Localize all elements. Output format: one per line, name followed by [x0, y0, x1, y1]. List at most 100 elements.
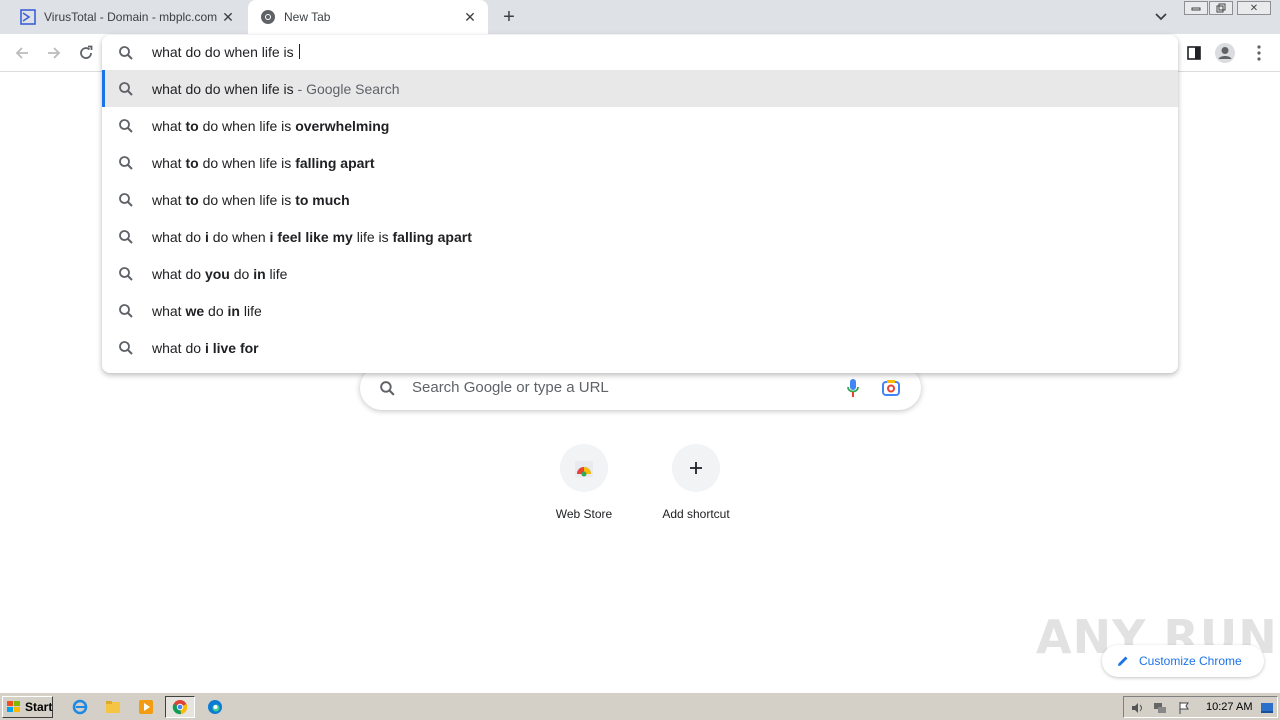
- suggestion-fragment: in: [253, 265, 266, 282]
- suggestion-fragment: we: [185, 302, 205, 319]
- start-label: Start: [25, 700, 53, 714]
- tab-virustotal[interactable]: VirusTotal - Domain - mbplc.com ✕: [8, 0, 246, 34]
- suggestion-row[interactable]: what to do when life is falling apart: [102, 144, 1178, 181]
- suggestion-fragment: you: [204, 265, 230, 282]
- search-icon: [379, 380, 396, 402]
- search-icon: [118, 192, 134, 211]
- web-store-icon: [560, 444, 608, 492]
- internet-explorer-icon[interactable]: [69, 697, 91, 717]
- media-player-icon[interactable]: [135, 697, 157, 717]
- system-tray: 10:27 AM: [1123, 696, 1278, 718]
- suggestion-row[interactable]: what do i live for: [102, 329, 1178, 366]
- suggestion-text: what do i do when i feel like my life is…: [152, 229, 472, 245]
- network-icon[interactable]: [1152, 700, 1168, 716]
- search-icon: [118, 155, 134, 174]
- suggestion-fragment: what: [152, 302, 186, 319]
- search-icon: [118, 229, 134, 248]
- suggestion-row[interactable]: what to do when life is to much: [102, 181, 1178, 218]
- shortcut-add[interactable]: Add shortcut: [640, 444, 752, 534]
- suggestion-suffix: - Google Search: [293, 80, 400, 97]
- google-lens-icon[interactable]: [881, 378, 901, 403]
- search-icon: [118, 81, 134, 100]
- suggestion-fragment: what: [152, 154, 186, 171]
- tab-strip: VirusTotal - Domain - mbplc.com ✕ New Ta…: [0, 0, 1280, 34]
- tab-new-tab[interactable]: New Tab ✕: [248, 0, 488, 34]
- start-button[interactable]: Start: [2, 696, 53, 718]
- omnibox-text: what do do when life is: [152, 44, 298, 60]
- suggestion-text: what we do in life: [152, 303, 262, 319]
- suggestion-fragment: what: [152, 191, 186, 208]
- close-tab-icon[interactable]: ✕: [460, 7, 480, 27]
- suggestion-fragment: do: [204, 302, 228, 319]
- suggestion-fragment: what do: [152, 339, 205, 356]
- ntp-search-placeholder: Search Google or type a URL: [412, 379, 609, 396]
- suggestion-fragment: overwhelming: [295, 117, 390, 134]
- profile-avatar-icon[interactable]: [1213, 41, 1237, 65]
- search-icon: [118, 303, 134, 322]
- suggestion-row[interactable]: what do you do in life: [102, 255, 1178, 292]
- taskbar-clock: 10:27 AM: [1206, 701, 1253, 713]
- shortcut-label: Web Store: [555, 507, 613, 521]
- suggestion-row[interactable]: what do i do when i feel like my life is…: [102, 218, 1178, 255]
- reload-icon[interactable]: [74, 41, 98, 65]
- restore-window-button[interactable]: [1209, 1, 1233, 15]
- suggestion-fragment: what do: [152, 228, 205, 245]
- side-panel-icon[interactable]: [1182, 41, 1206, 65]
- customize-chrome-button[interactable]: Customize Chrome: [1102, 645, 1264, 677]
- suggestion-fragment: life: [265, 265, 288, 282]
- suggestion-fragment: what do: [152, 265, 205, 282]
- suggestion-text: what do do when life is - Google Search: [152, 81, 399, 97]
- search-icon: [118, 266, 134, 285]
- suggestion-fragment: do: [229, 265, 254, 282]
- windows-taskbar: Start 10:27 AM: [0, 692, 1280, 720]
- suggestion-text: what do you do in life: [152, 266, 287, 282]
- virustotal-icon: [20, 9, 36, 25]
- suggestion-row[interactable]: what do do when life is - Google Search: [102, 70, 1178, 107]
- customize-chrome-label: Customize Chrome: [1139, 654, 1242, 668]
- edge-icon[interactable]: [204, 697, 226, 717]
- shortcut-web-store[interactable]: Web Store: [528, 444, 640, 534]
- suggestion-fragment: falling apart: [392, 228, 472, 245]
- plus-icon: [672, 444, 720, 492]
- suggestion-fragment: what do do when life is: [152, 80, 294, 97]
- volume-icon[interactable]: [1129, 700, 1145, 716]
- suggestion-fragment: life: [239, 302, 262, 319]
- action-center-flag-icon[interactable]: [1176, 700, 1192, 716]
- suggestion-row[interactable]: what we do in life: [102, 292, 1178, 329]
- omnibox-input[interactable]: what do do when life is: [102, 35, 1178, 71]
- suggestion-row[interactable]: what to do when life is overwhelming: [102, 107, 1178, 144]
- tab-title: VirusTotal - Domain - mbplc.com: [44, 10, 218, 24]
- shortcut-label: Add shortcut: [662, 507, 730, 521]
- search-icon: [118, 340, 134, 359]
- file-explorer-icon[interactable]: [102, 697, 124, 717]
- microphone-icon[interactable]: [846, 378, 860, 403]
- chrome-icon: [260, 9, 276, 25]
- suggestion-fragment: what: [152, 117, 186, 134]
- forward-arrow-icon[interactable]: [42, 41, 66, 65]
- close-tab-icon[interactable]: ✕: [218, 7, 238, 27]
- suggestion-fragment: i feel like my: [269, 228, 353, 245]
- suggestion-text: what to do when life is falling apart: [152, 155, 375, 171]
- suggestion-text: what to do when life is to much: [152, 192, 350, 208]
- chevron-down-icon[interactable]: [1151, 8, 1171, 26]
- text-caret: [298, 44, 300, 59]
- close-window-button[interactable]: ✕: [1237, 1, 1271, 15]
- back-arrow-icon[interactable]: [10, 41, 34, 65]
- new-tab-button[interactable]: +: [498, 6, 520, 28]
- show-desktop-icon[interactable]: [1259, 700, 1275, 716]
- minimize-window-button[interactable]: [1184, 1, 1208, 15]
- suggestion-fragment: life is: [352, 228, 393, 245]
- suggestion-fragment: i live for: [204, 339, 259, 356]
- search-icon: [118, 45, 134, 66]
- suggestion-fragment: to: [185, 117, 199, 134]
- windows-logo-icon: [6, 700, 22, 714]
- suggestion-fragment: do when life is: [198, 154, 296, 171]
- suggestion-fragment: do when life is: [198, 191, 296, 208]
- suggestion-fragment: in: [227, 302, 240, 319]
- suggestion-fragment: to much: [295, 191, 350, 208]
- chrome-taskbar-icon[interactable]: [165, 696, 195, 718]
- suggestion-text: what do i live for: [152, 340, 259, 356]
- suggestion-fragment: to: [185, 154, 199, 171]
- suggestion-fragment: falling apart: [295, 154, 375, 171]
- more-menu-icon[interactable]: [1247, 41, 1271, 65]
